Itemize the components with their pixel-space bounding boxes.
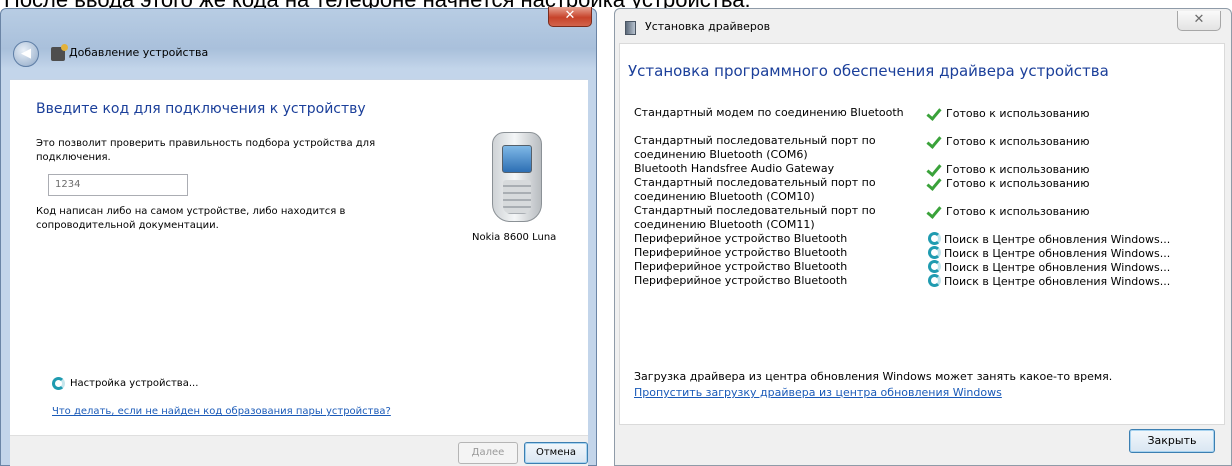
- driver-status: Поиск в Центре обновления Windows...: [928, 232, 1170, 247]
- driver-status: Готово к использованию: [928, 204, 1089, 219]
- driver-row: Стандартный последовательный порт по сое…: [634, 134, 1219, 162]
- driver-status: Готово к использованию: [928, 106, 1089, 121]
- driver-row: Периферийное устройство Bluetooth Поиск в…: [634, 246, 1219, 260]
- driver-row: Периферийное устройство Bluetooth Поиск в…: [634, 232, 1219, 246]
- window-content: Введите код для подключения к устройству…: [10, 79, 588, 435]
- skip-download-link[interactable]: Пропустить загрузку драйвера из центра о…: [634, 386, 1002, 399]
- update-note: Загрузка драйвера из центра обновления W…: [634, 370, 1113, 383]
- next-button[interactable]: Далее: [458, 442, 518, 464]
- driver-status-text: Готово к использованию: [946, 107, 1090, 120]
- driver-row: Периферийное устройство Bluetooth Поиск в…: [634, 260, 1219, 274]
- driver-install-icon: [625, 21, 636, 35]
- driver-name: Стандартный последовательный порт по сое…: [634, 134, 876, 161]
- driver-status: Готово к использованию: [928, 162, 1089, 177]
- searching-icon: [928, 246, 941, 259]
- phone-icon: [492, 132, 542, 222]
- driver-status-text: Поиск в Центре обновления Windows...: [944, 261, 1171, 274]
- title-bar: ◀ Добавление устройства: [13, 41, 573, 69]
- page-heading: Введите код для подключения к устройству: [36, 101, 366, 117]
- description-text: Это позволит проверить правильность подб…: [36, 138, 376, 163]
- driver-name: Стандартный последовательный порт по сое…: [634, 176, 876, 203]
- close-button[interactable]: ✕: [1177, 11, 1221, 31]
- driver-status: Готово к использованию: [928, 134, 1089, 149]
- help-link[interactable]: Что делать, если не найден код образован…: [52, 406, 391, 417]
- window-title: Установка драйверов: [645, 20, 771, 33]
- searching-icon: [928, 260, 941, 273]
- driver-row: Стандартный модем по соединению Bluetoot…: [634, 106, 1219, 134]
- driver-install-window: Установка драйверов ✕ Установка программ…: [614, 8, 1232, 466]
- check-icon: [928, 204, 944, 217]
- driver-status: Поиск в Центре обновления Windows...: [928, 246, 1170, 261]
- hint-text: Код написан либо на самом устройстве, ли…: [36, 206, 346, 231]
- check-icon: [928, 162, 944, 175]
- searching-icon: [928, 274, 941, 287]
- driver-name: Периферийное устройство Bluetooth: [634, 260, 848, 273]
- driver-status-text: Поиск в Центре обновления Windows...: [944, 233, 1171, 246]
- device-name-label: Nokia 8600 Luna: [472, 232, 557, 243]
- button-footer: Далее Отмена: [10, 435, 588, 466]
- page-heading: Установка программного обеспечения драйв…: [628, 62, 1109, 80]
- bluetooth-device-icon: [51, 44, 68, 61]
- driver-row: Стандартный последовательный порт по сое…: [634, 204, 1219, 232]
- driver-name: Стандартный модем по соединению Bluetoot…: [634, 106, 904, 119]
- driver-status-text: Готово к использованию: [946, 177, 1090, 190]
- driver-status-text: Готово к использованию: [946, 205, 1090, 218]
- cancel-button[interactable]: Отмена: [524, 442, 588, 464]
- driver-row: Стандартный последовательный порт по сое…: [634, 176, 1219, 204]
- check-icon: [928, 134, 944, 147]
- searching-icon: [928, 232, 941, 245]
- driver-status-text: Готово к использованию: [946, 135, 1090, 148]
- driver-name: Периферийное устройство Bluetooth: [634, 232, 848, 245]
- driver-status: Готово к использованию: [928, 176, 1089, 191]
- driver-name: Bluetooth Handsfree Audio Gateway: [634, 162, 835, 175]
- driver-status: Поиск в Центре обновления Windows...: [928, 274, 1170, 289]
- close-dialog-button[interactable]: Закрыть: [1129, 429, 1215, 453]
- check-icon: [928, 176, 944, 189]
- setup-status-text: Настройка устройства...: [70, 378, 199, 389]
- add-device-window: ✕ ◀ Добавление устройства Введите код дл…: [0, 7, 597, 466]
- driver-row: Bluetooth Handsfree Audio Gateway Готово …: [634, 162, 1219, 176]
- driver-status-text: Поиск в Центре обновления Windows...: [944, 275, 1171, 288]
- driver-name: Стандартный последовательный порт по сое…: [634, 204, 876, 231]
- driver-row: Периферийное устройство Bluetooth Поиск в…: [634, 274, 1219, 288]
- window-title: Добавление устройства: [69, 46, 209, 59]
- close-button[interactable]: ✕: [548, 7, 592, 27]
- back-button[interactable]: ◀: [13, 41, 39, 67]
- driver-name: Периферийное устройство Bluetooth: [634, 274, 848, 287]
- driver-status-text: Готово к использованию: [946, 163, 1090, 176]
- loading-spinner-icon: [52, 377, 65, 390]
- driver-status-text: Поиск в Центре обновления Windows...: [944, 247, 1171, 260]
- window-content: Установка программного обеспечения драйв…: [619, 43, 1225, 425]
- driver-status: Поиск в Центре обновления Windows...: [928, 260, 1170, 275]
- pairing-code-input[interactable]: 1234: [48, 174, 188, 196]
- check-icon: [928, 106, 944, 119]
- driver-name: Периферийное устройство Bluetooth: [634, 246, 848, 259]
